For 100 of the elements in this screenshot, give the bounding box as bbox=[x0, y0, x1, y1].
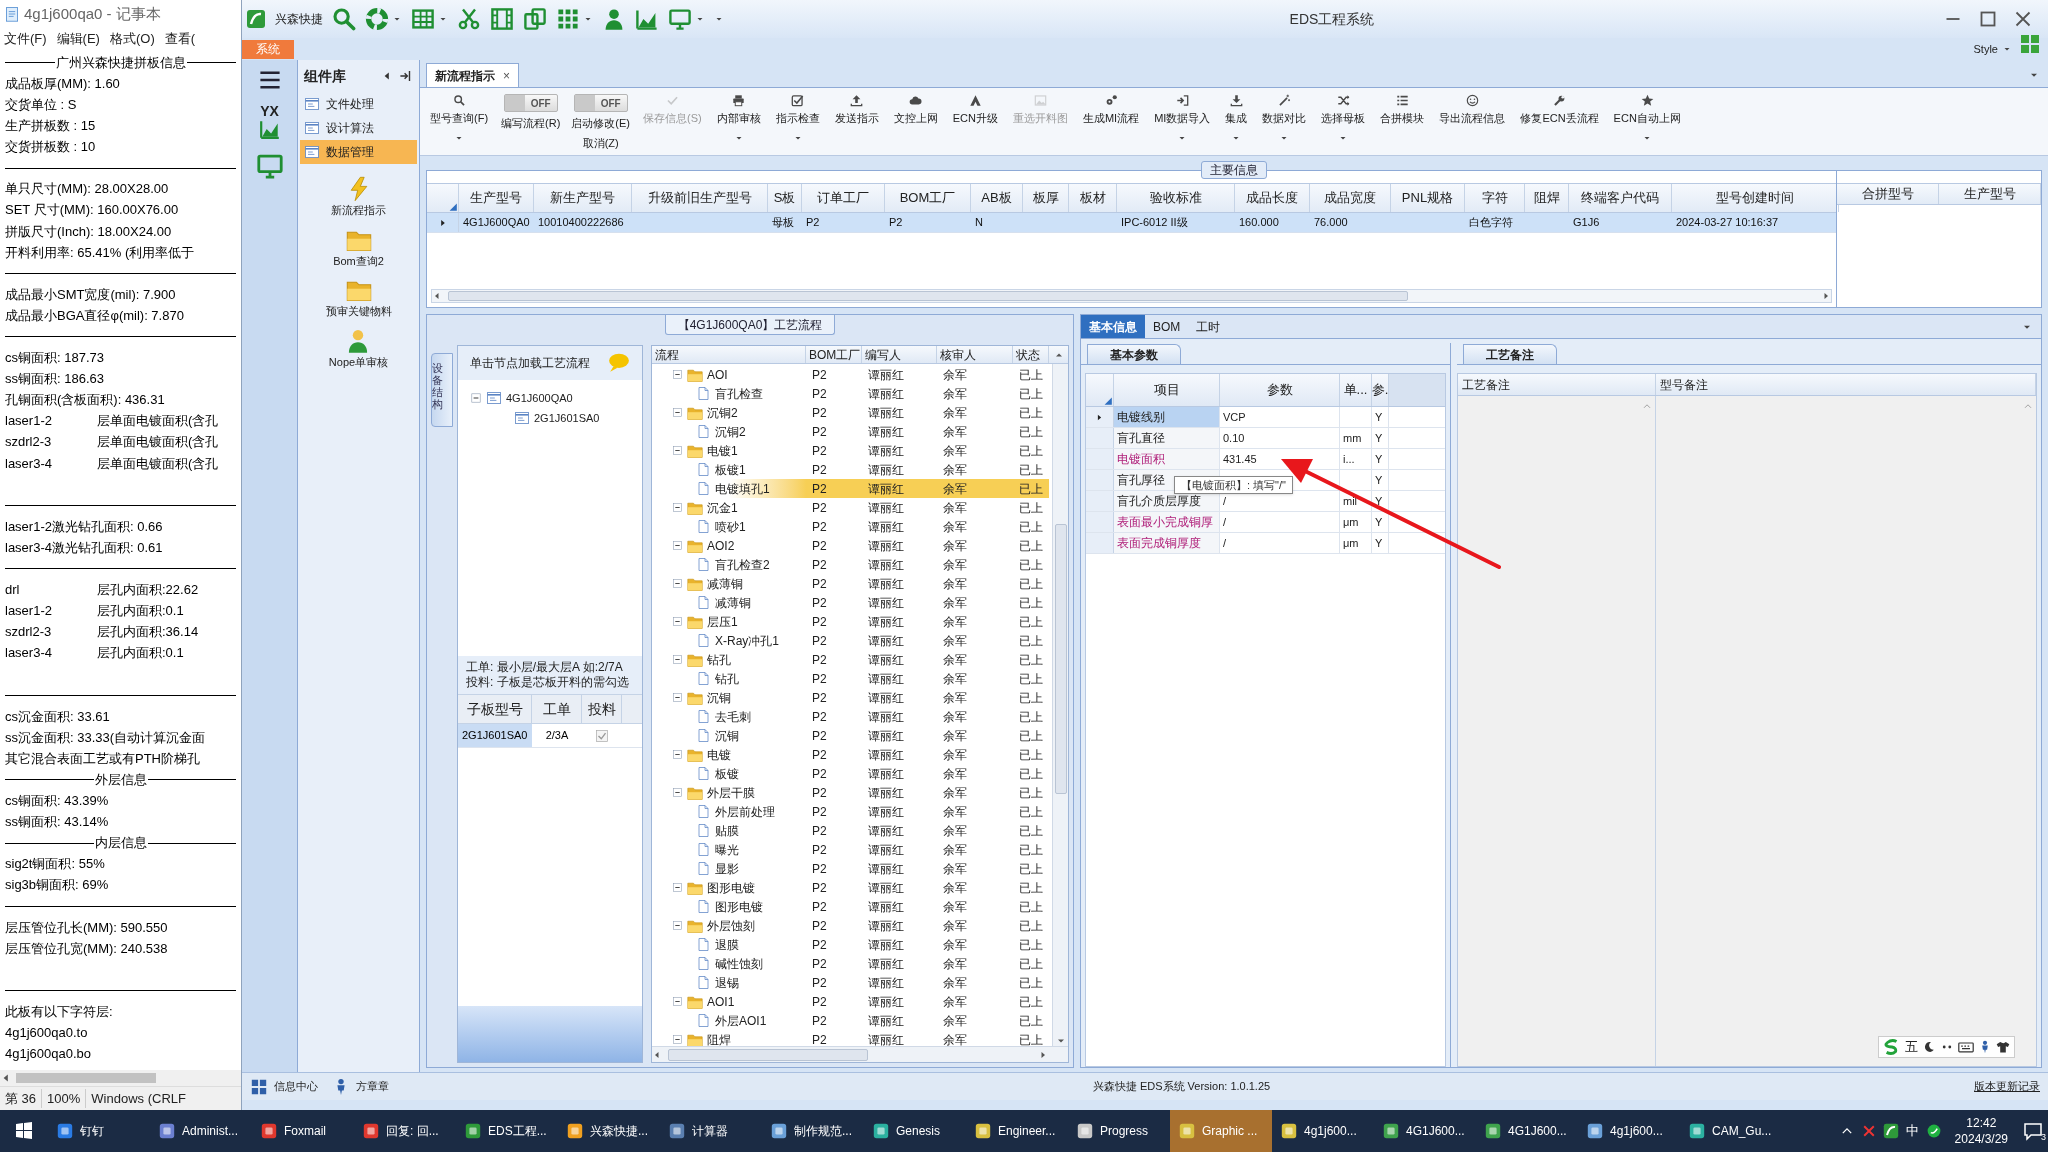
tab[interactable]: 工艺备注 bbox=[1463, 344, 1557, 364]
search-icon[interactable] bbox=[332, 7, 356, 31]
nav-item[interactable]: 数据管理 bbox=[300, 140, 417, 164]
step-name[interactable]: 沉铜 bbox=[715, 726, 739, 745]
taskbar-button[interactable]: Foxmail bbox=[252, 1110, 354, 1152]
step-name[interactable]: 外层前处理 bbox=[715, 802, 775, 821]
toolbar-button[interactable]: 合拼模块 bbox=[1378, 94, 1427, 127]
parameter-row[interactable]: 电镀面积 bbox=[1114, 449, 1220, 469]
step-name[interactable]: 沉铜2 bbox=[715, 422, 746, 441]
taskbar-button[interactable]: 计算器 bbox=[660, 1110, 762, 1152]
step-name[interactable]: AOI bbox=[707, 365, 728, 384]
step-name[interactable]: 电镀1 bbox=[707, 441, 738, 460]
column-header[interactable]: 字符 bbox=[1465, 184, 1525, 212]
collapse-icon[interactable] bbox=[672, 407, 683, 418]
step-name[interactable]: 退锡 bbox=[715, 973, 739, 992]
step-name[interactable]: 曝光 bbox=[715, 840, 739, 859]
nav-item[interactable]: 设计算法 bbox=[300, 116, 417, 140]
table-icon[interactable] bbox=[411, 7, 435, 31]
parameter-row[interactable]: 盲孔直径 bbox=[1114, 428, 1220, 448]
tab[interactable]: 基本信息 bbox=[1081, 315, 1145, 338]
tree-item[interactable]: 2G1J601SA0 bbox=[534, 409, 600, 427]
column-header[interactable]: 单... bbox=[1340, 374, 1372, 406]
column-header[interactable]: PNL规格 bbox=[1391, 184, 1465, 212]
vertical-scrollbar[interactable] bbox=[1052, 364, 1068, 1046]
monitor-icon[interactable] bbox=[668, 7, 692, 31]
ime-indicator[interactable]: 中 bbox=[1905, 1121, 1919, 1141]
column-header[interactable]: 项目 bbox=[1114, 374, 1220, 406]
step-name[interactable]: 层压1 bbox=[707, 612, 738, 631]
step-name[interactable]: 退膜 bbox=[715, 935, 739, 954]
step-name[interactable]: 去毛刺 bbox=[715, 707, 751, 726]
grid-icon[interactable] bbox=[250, 1077, 268, 1096]
parameter-row[interactable]: 表面完成铜厚度 bbox=[1114, 533, 1220, 553]
step-name[interactable]: AOI2 bbox=[707, 536, 735, 555]
step-name[interactable]: 外层干膜 bbox=[707, 783, 755, 802]
toggle-switch[interactable]: OFF bbox=[573, 94, 628, 112]
horizontal-scrollbar[interactable] bbox=[652, 1046, 1068, 1062]
column-header[interactable]: 升级前旧生产型号 bbox=[632, 184, 768, 212]
column-header[interactable]: 成品长度 bbox=[1235, 184, 1310, 212]
app-icon[interactable] bbox=[1882, 1123, 1899, 1139]
taskbar-button[interactable]: Graphic ... bbox=[1170, 1110, 1272, 1152]
column-header[interactable]: 编写人 bbox=[862, 346, 937, 363]
collapse-icon[interactable] bbox=[672, 920, 683, 931]
launcher-label[interactable]: Bom查询2 bbox=[333, 252, 384, 269]
start-icon[interactable] bbox=[14, 1121, 34, 1141]
toggle-switch[interactable]: OFF bbox=[503, 94, 558, 112]
column-header[interactable]: 参数 bbox=[1220, 374, 1340, 406]
taskbar-button[interactable]: 4g1j600... bbox=[1272, 1110, 1374, 1152]
step-name[interactable]: 图形电镀 bbox=[715, 897, 763, 916]
grid-icon[interactable] bbox=[556, 7, 580, 31]
step-name[interactable]: 喷砂1 bbox=[715, 517, 746, 536]
step-name[interactable]: 贴膜 bbox=[715, 821, 739, 840]
menu-item[interactable]: 查看( bbox=[164, 29, 196, 49]
table-row[interactable]: 4G1J600QA0 10010400222686 母板 P2 P2 N IPC-6012 II级 160.000 76.000 白色字符 G1J6 2024-03-27 10:16:37 bbox=[427, 213, 1836, 233]
taskbar-button[interactable]: 4g1j600... bbox=[1578, 1110, 1680, 1152]
collapse-icon[interactable] bbox=[672, 578, 683, 589]
taskbar-button[interactable]: Engineer... bbox=[966, 1110, 1068, 1152]
ime-toolbar[interactable]: 五 bbox=[1878, 1036, 2015, 1058]
parameter-row[interactable]: 电镀线别 bbox=[1114, 407, 1220, 427]
taskbar-button[interactable]: 制作规范... bbox=[762, 1110, 864, 1152]
nav-item[interactable]: 文件处理 bbox=[300, 92, 417, 116]
step-name[interactable]: AOI1 bbox=[707, 992, 735, 1011]
toolbar-button[interactable]: 数据对比 bbox=[1260, 94, 1309, 127]
skin-icon[interactable] bbox=[1996, 1040, 2010, 1054]
lifebuoy-icon[interactable] bbox=[365, 7, 389, 31]
collapse-icon[interactable] bbox=[672, 445, 683, 456]
column-header[interactable]: 板材 bbox=[1069, 184, 1117, 212]
tab[interactable]: 工时 bbox=[1188, 315, 1229, 338]
ime-logo-icon[interactable] bbox=[1925, 1123, 1942, 1139]
toolbar-button[interactable]: 发送指示 bbox=[832, 94, 881, 127]
toolbar-button[interactable]: MI数据导入 bbox=[1152, 94, 1213, 127]
column-header[interactable]: 投料 bbox=[582, 695, 622, 723]
launcher-label[interactable]: Nope单审核 bbox=[328, 353, 389, 370]
step-name[interactable]: 碱性蚀刻 bbox=[715, 954, 763, 973]
film-icon[interactable] bbox=[490, 7, 514, 31]
menu-item[interactable]: 文件(F) bbox=[4, 29, 47, 49]
column-header[interactable]: 合拼型号 bbox=[1837, 184, 1939, 204]
toolbar-button[interactable]: ECN升级 bbox=[950, 94, 1000, 127]
menu-icon[interactable] bbox=[257, 68, 282, 92]
column-header[interactable]: 新生产型号 bbox=[534, 184, 632, 212]
tab[interactable]: BOM bbox=[1145, 315, 1189, 338]
taskbar-button[interactable]: EDS工程... bbox=[456, 1110, 558, 1152]
collapse-icon[interactable] bbox=[672, 1034, 683, 1045]
collapse-icon[interactable] bbox=[672, 654, 683, 665]
column-header[interactable]: 生产型号 bbox=[1939, 184, 2041, 204]
step-name[interactable]: 钻孔 bbox=[707, 650, 731, 669]
vertical-tab[interactable]: 设备结构 bbox=[431, 353, 453, 428]
keyboard-icon[interactable] bbox=[1958, 1039, 1974, 1055]
collapse-icon[interactable] bbox=[672, 749, 683, 760]
close-button[interactable]: × bbox=[503, 66, 510, 85]
collapse-icon[interactable] bbox=[672, 882, 683, 893]
style-menu[interactable]: Style bbox=[1973, 40, 1998, 58]
checkbox[interactable] bbox=[595, 728, 609, 743]
step-name[interactable]: 减薄铜 bbox=[715, 593, 751, 612]
collapse-icon[interactable] bbox=[672, 692, 683, 703]
horizontal-scrollbar[interactable] bbox=[0, 1070, 241, 1086]
column-header[interactable]: BOM工厂 bbox=[885, 184, 971, 212]
step-name[interactable]: X-Ray冲孔1 bbox=[715, 631, 779, 650]
step-name[interactable]: 板镀1 bbox=[715, 460, 746, 479]
column-header[interactable]: 工单 bbox=[532, 695, 582, 723]
step-name[interactable]: 沉铜2 bbox=[707, 403, 738, 422]
